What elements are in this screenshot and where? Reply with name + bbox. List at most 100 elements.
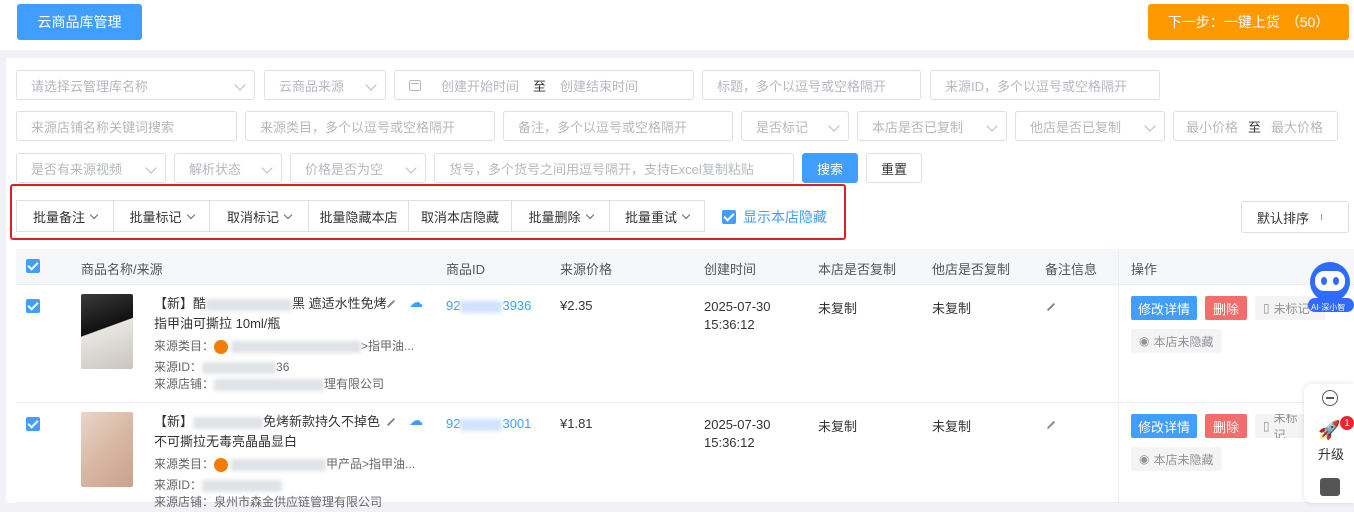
id-part: 3001	[502, 416, 532, 431]
product-id-link[interactable]: 92 3936	[446, 298, 531, 313]
redacted-text	[460, 418, 503, 431]
batch-retry-label: 批量重试	[624, 209, 677, 225]
header-id: 商品ID	[446, 262, 486, 277]
store-not-hidden-label: 本店未隐藏	[1153, 334, 1214, 349]
price-range[interactable]: 最小价格 至 最大价格	[1173, 111, 1338, 141]
edit-details-button[interactable]: 修改详情	[1131, 296, 1197, 320]
ops-column-divider	[1118, 249, 1119, 503]
meta-value: 泉州市森金供应链管理有限公司	[214, 495, 383, 509]
batch-mark-button[interactable]: 批量标记	[113, 200, 210, 232]
batch-hide-store-button[interactable]: 批量隐藏本店	[308, 200, 409, 232]
title-part: 指甲油可撕拉 10ml/瓶	[154, 316, 281, 331]
create-date-range[interactable]: 创建开始时间 至 创建结束时间	[394, 70, 694, 100]
source-category: 来源类目： 甲产品>指甲油...	[154, 455, 415, 474]
shop-keyword-input[interactable]: 来源店铺名称关键词搜索	[16, 111, 237, 141]
remark-input[interactable]: 备注，多个以逗号或空格隔开	[503, 111, 733, 141]
marked-select[interactable]: 是否标记	[741, 111, 849, 141]
row-checkbox[interactable]	[26, 299, 40, 313]
chevron-down-icon	[681, 210, 691, 219]
parse-status-select[interactable]: 解析状态	[174, 153, 282, 183]
chevron-down-icon	[186, 210, 195, 219]
unhide-store-label: 取消本店隐藏	[420, 209, 499, 225]
batch-retry-button[interactable]: 批量重试	[609, 200, 705, 232]
source-shop: 来源店铺： 理有限公司	[154, 375, 384, 394]
edit-remark-icon[interactable]	[1046, 302, 1056, 312]
title-placeholder: 标题，多个以逗号或空格隔开	[717, 78, 887, 94]
id-part: 92	[446, 416, 461, 431]
create-start-placeholder: 创建开始时间	[441, 78, 520, 94]
cloud-upload-icon[interactable]: ☁	[409, 412, 423, 429]
source-category-placeholder: 来源类目，多个以逗号或空格隔开	[260, 119, 456, 135]
search-button[interactable]: 搜索	[802, 153, 858, 183]
show-hidden-checkbox[interactable]: 显示本店隐藏	[722, 207, 827, 227]
chevron-down-icon	[828, 120, 840, 132]
row-checkbox[interactable]	[26, 417, 40, 431]
rocket-icon[interactable]: 🚀	[1318, 420, 1340, 441]
checkbox-checked-icon	[722, 210, 736, 224]
cloud-library-select[interactable]: 请选择云管理库名称	[16, 70, 255, 100]
remark-placeholder: 备注，多个以逗号或空格隔开	[518, 119, 688, 135]
created-date: 2025-07-30	[704, 417, 771, 432]
reset-button[interactable]: 重置	[866, 153, 922, 183]
edit-details-button[interactable]: 修改详情	[1131, 414, 1197, 438]
header-name: 商品名称/来源	[81, 262, 163, 277]
header-other-copied: 他店是否复制	[932, 262, 1011, 277]
title-part: 不可撕拉无毒亮晶晶显白	[154, 434, 298, 449]
cloud-upload-icon[interactable]: ☁	[409, 294, 423, 311]
meta-label: 来源类目：	[154, 457, 215, 471]
select-all-checkbox[interactable]	[26, 259, 40, 273]
delete-button[interactable]: 删除	[1205, 414, 1247, 438]
product-thumbnail[interactable]	[81, 412, 133, 487]
title-input[interactable]: 标题，多个以逗号或空格隔开	[702, 70, 921, 100]
meta-label: 来源ID：	[154, 478, 203, 492]
unmark-label: 取消标记	[226, 209, 279, 225]
chevron-down-icon	[261, 162, 273, 174]
product-thumbnail[interactable]	[81, 294, 133, 369]
price-empty-select[interactable]: 价格是否为空	[290, 153, 426, 183]
header-price: 来源价格	[560, 262, 613, 277]
header-ops: 操作	[1131, 262, 1158, 277]
product-title[interactable]: 【新】 免烤新款持久不掉色 不可撕拉无毒亮晶晶显白	[154, 412, 394, 452]
batch-remark-label: 批量备注	[32, 209, 85, 225]
edit-remark-icon[interactable]	[1046, 420, 1056, 430]
this-store-copied-select[interactable]: 本店是否已复制	[857, 111, 1007, 141]
store-not-hidden-button[interactable]: ◉ 本店未隐藏	[1131, 329, 1222, 353]
cloud-source-select[interactable]: 云商品来源	[264, 70, 386, 100]
sku-input[interactable]: 货号，多个货号之间用逗号隔开，支持Excel复制粘贴	[434, 153, 794, 183]
upgrade-label[interactable]: 升级	[1318, 444, 1344, 463]
top-bar: 云商品库管理 下一步：一键上货 （50）	[0, 0, 1354, 50]
notification-badge: 1	[1340, 416, 1354, 430]
cloud-library-manage-button[interactable]: 云商品库管理	[17, 4, 142, 40]
chevron-down-icon	[986, 120, 998, 132]
other-store-copied-select[interactable]: 他店是否已复制	[1015, 111, 1165, 141]
has-video-select[interactable]: 是否有来源视频	[16, 153, 166, 183]
next-step-upload-button[interactable]: 下一步：一键上货 （50）	[1148, 4, 1349, 40]
meta-label: 来源ID：	[154, 360, 203, 374]
batch-remark-button[interactable]: 批量备注	[16, 200, 114, 232]
ai-assistant-widget[interactable]: AI·深小智	[1307, 258, 1354, 314]
unmark-button[interactable]: 取消标记	[209, 200, 309, 232]
source-id-placeholder: 来源ID，多个以逗号或空格隔开	[945, 78, 1128, 94]
table-row: 【新】酷 黑 遮适水性免烤 指甲油可撕拉 10ml/瓶 ☁ 来源类目： >指甲油..…	[16, 285, 1354, 403]
title-part: 免烤新款持久不掉色	[263, 414, 381, 429]
header-created: 创建时间	[704, 262, 757, 277]
unhide-store-button[interactable]: 取消本店隐藏	[408, 200, 512, 232]
meta-label: 来源店铺：	[154, 495, 215, 509]
created-time: 2025-07-30 15:36:12	[704, 416, 771, 452]
source-category-input[interactable]: 来源类目，多个以逗号或空格隔开	[245, 111, 495, 141]
store-not-hidden-button[interactable]: ◉ 本店未隐藏	[1131, 447, 1222, 471]
next-step-label: 下一步：一键上货	[1167, 14, 1280, 30]
shop-keyword-placeholder: 来源店铺名称关键词搜索	[31, 119, 175, 135]
side-toolbar: 🚀 1 升级	[1304, 384, 1354, 503]
app-icon[interactable]	[1320, 478, 1340, 496]
batch-delete-button[interactable]: 批量删除	[511, 200, 610, 232]
sort-select[interactable]: 默认排序	[1241, 201, 1349, 233]
product-title[interactable]: 【新】酷 黑 遮适水性免烤 指甲油可撕拉 10ml/瓶	[154, 294, 394, 334]
chevron-down-icon	[283, 210, 293, 219]
source-id-input[interactable]: 来源ID，多个以逗号或空格隔开	[930, 70, 1160, 100]
this-copied-status: 未复制	[818, 419, 858, 434]
delete-button[interactable]: 删除	[1205, 296, 1247, 320]
product-id-link[interactable]: 92 3001	[446, 416, 531, 431]
title-part: 【新】酷	[154, 296, 207, 311]
redacted-text	[231, 458, 327, 471]
